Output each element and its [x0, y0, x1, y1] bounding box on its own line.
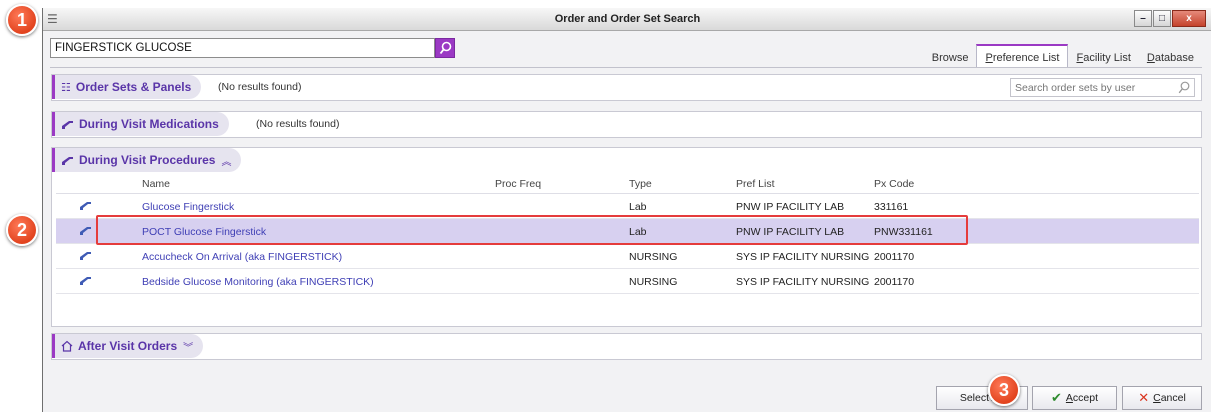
order-sets-header[interactable]: ☷ Order Sets & Panels: [52, 75, 202, 99]
accept-mnemonic: A: [1065, 392, 1073, 404]
tab-preference-list-mnemonic: P: [985, 52, 993, 64]
cell-px-code: 331161: [874, 201, 909, 213]
step-badge-1: 1: [6, 4, 38, 36]
maximize-button[interactable]: □: [1153, 10, 1171, 27]
expand-chevron-icon[interactable]: ︾: [183, 339, 193, 354]
cell-name[interactable]: Glucose Fingerstick: [142, 201, 234, 213]
procedures-table-header: Name Proc Freq Type Pref List Px Code: [56, 176, 1199, 194]
checkmark-icon: ✔: [1050, 390, 1062, 405]
column-type[interactable]: Type: [629, 178, 652, 190]
tab-database[interactable]: Database: [1139, 44, 1202, 68]
window-title: Order and Order Set Search: [554, 13, 701, 25]
procedure-icon: [80, 202, 91, 210]
during-visit-procedures-section: During Visit Procedures ︽ Name Proc Freq…: [51, 147, 1202, 327]
cell-pref-list: PNW IP FACILITY LAB: [736, 201, 845, 213]
cell-pref-list: SYS IP FACILITY NURSING: [736, 251, 870, 263]
cell-px-code: PNW331161: [874, 226, 933, 238]
after-visit-orders-section: After Visit Orders ︾: [51, 333, 1202, 360]
tab-browse[interactable]: Browse: [924, 44, 977, 68]
order-set-icon: ☷: [61, 81, 71, 94]
cell-type: Lab: [629, 226, 647, 238]
table-row[interactable]: Bedside Glucose Monitoring (aka FINGERST…: [56, 269, 1199, 294]
cancel-mnemonic: C: [1153, 392, 1161, 404]
cell-name[interactable]: Accucheck On Arrival (aka FINGERSTICK): [142, 251, 342, 263]
tab-preference-list-label: reference List: [992, 52, 1060, 64]
cancel-button[interactable]: ✕ Cancel: [1122, 386, 1202, 410]
table-row[interactable]: POCT Glucose Fingerstick Lab PNW IP FACILI…: [56, 219, 1199, 244]
order-search-window: ☰ Order and Order Set Search – □ x Brows…: [42, 8, 1211, 412]
tab-facility-list[interactable]: Facility List: [1068, 44, 1138, 68]
procedure-icon: [62, 156, 73, 165]
source-tabs: Browse Preference List Facility List Dat…: [924, 44, 1202, 68]
procedures-table: Name Proc Freq Type Pref List Px Code Gl…: [56, 176, 1199, 294]
order-sets-title: Order Sets & Panels: [75, 80, 192, 94]
cell-px-code: 2001170: [874, 276, 915, 288]
table-row[interactable]: Accucheck On Arrival (aka FINGERSTICK) NU…: [56, 244, 1199, 269]
cancel-x-icon: ✕: [1138, 390, 1150, 405]
tab-facility-list-label: acility List: [1083, 52, 1131, 64]
close-button[interactable]: x: [1172, 10, 1206, 27]
procedures-table-body: Glucose Fingerstick Lab PNW IP FACILITY LA…: [56, 194, 1199, 294]
tab-database-label: atabase: [1154, 52, 1194, 64]
screenshot-stage: ☰ Order and Order Set Search – □ x Brows…: [0, 0, 1211, 412]
procedure-icon: [80, 277, 91, 285]
cell-px-code: 2001170: [874, 251, 915, 263]
during-visit-procedures-header[interactable]: During Visit Procedures ︽: [52, 148, 242, 172]
tab-browse-label: Browse: [931, 52, 969, 64]
during-visit-medications-header[interactable]: During Visit Medications: [52, 112, 229, 136]
after-visit-orders-title: After Visit Orders: [78, 339, 178, 353]
order-sets-no-results: (No results found): [218, 81, 302, 93]
column-name[interactable]: Name: [142, 178, 170, 190]
during-visit-medications-no-results: (No results found): [256, 118, 340, 130]
cell-type: Lab: [629, 201, 647, 213]
column-px-code[interactable]: Px Code: [874, 178, 914, 190]
window-controls: – □ x: [1133, 10, 1206, 27]
order-sets-user-search-input[interactable]: [1010, 78, 1195, 97]
cell-name[interactable]: POCT Glucose Fingerstick: [142, 226, 266, 238]
cell-pref-list: PNW IP FACILITY LAB: [736, 226, 845, 238]
cell-pref-list: SYS IP FACILITY NURSING: [736, 276, 870, 288]
order-sets-section: ☷ Order Sets & Panels (No results found): [51, 74, 1202, 101]
step-badge-3: 3: [988, 374, 1020, 406]
table-row[interactable]: Glucose Fingerstick Lab PNW IP FACILITY LA…: [56, 194, 1199, 219]
cancel-label: ancel: [1160, 392, 1186, 404]
medication-icon: [62, 120, 73, 129]
collapse-chevron-icon[interactable]: ︽: [221, 153, 231, 168]
cell-type: NURSING: [629, 251, 678, 263]
tab-preference-list[interactable]: Preference List: [976, 44, 1069, 68]
during-visit-medications-title: During Visit Medications: [79, 117, 219, 131]
procedure-icon: [80, 227, 91, 235]
search-icon: [1178, 81, 1190, 94]
tab-divider: [50, 67, 1202, 68]
home-icon: [61, 340, 73, 352]
accept-button[interactable]: ✔ Accept: [1032, 386, 1117, 410]
cell-name[interactable]: Bedside Glucose Monitoring (aka FINGERST…: [142, 276, 374, 288]
accept-label: ccept: [1072, 392, 1099, 404]
order-search-input[interactable]: [50, 38, 435, 58]
title-bar: ☰ Order and Order Set Search – □ x: [43, 8, 1211, 31]
search-icon: [439, 41, 452, 55]
column-pref-list[interactable]: Pref List: [736, 178, 775, 190]
column-proc-freq[interactable]: Proc Freq: [495, 178, 541, 190]
tab-database-mnemonic: D: [1146, 52, 1155, 64]
search-button[interactable]: [435, 38, 455, 58]
during-visit-procedures-title: During Visit Procedures: [79, 153, 216, 167]
procedure-icon: [80, 252, 91, 260]
during-visit-medications-section: During Visit Medications (No results fou…: [51, 111, 1202, 138]
step-badge-2: 2: [6, 214, 38, 246]
cell-type: NURSING: [629, 276, 678, 288]
minimize-button[interactable]: –: [1134, 10, 1152, 27]
after-visit-orders-header[interactable]: After Visit Orders ︾: [52, 334, 204, 358]
